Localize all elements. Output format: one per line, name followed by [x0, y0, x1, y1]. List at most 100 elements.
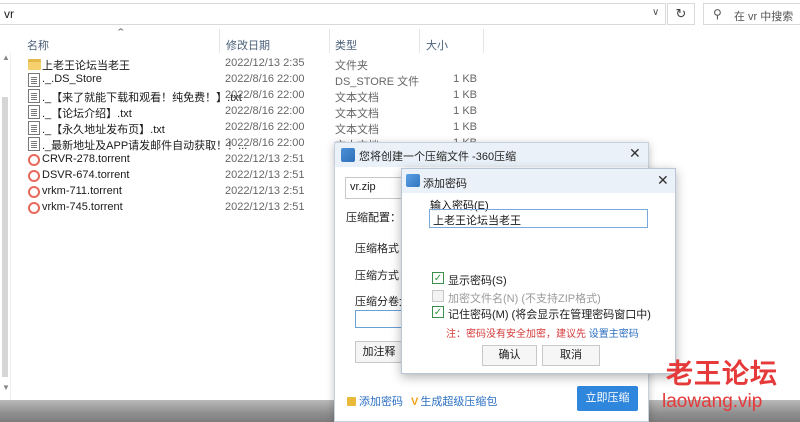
file-name: ._【永久地址发布页】.txt	[42, 124, 165, 136]
file-date: 2022/12/13 2:51	[225, 201, 305, 213]
file-date: 2022/12/13 2:51	[225, 185, 305, 197]
column-divider[interactable]	[329, 29, 330, 53]
checkbox-icon	[432, 290, 444, 302]
vertical-scrollbar[interactable]: ▲ ▼	[0, 53, 11, 400]
file-name: ._【来了就能下载和观看！纯免费！】.txt	[42, 92, 242, 104]
file-name: CRVR-278.torrent	[42, 153, 130, 165]
file-row[interactable]: ._【永久地址发布页】.txt 2022/8/16 22:00 文本文档 1 K…	[22, 120, 522, 136]
refresh-button[interactable]: ↻	[667, 3, 695, 25]
dialog-titlebar[interactable]: 您将创建一个压缩文件 -360压缩 ✕	[335, 143, 648, 167]
file-size: 1 KB	[453, 73, 477, 85]
file-type: DS_STORE 文件	[335, 76, 420, 88]
file-type: 文本文档	[335, 108, 379, 120]
torrent-icon	[28, 202, 40, 214]
address-row: vr ∨ ↻ ⚲ 在 vr 中搜索	[0, 0, 800, 29]
file-type: 文本文档	[335, 124, 379, 136]
column-header-type[interactable]: 类型	[335, 37, 357, 53]
file-date: 2022/8/16 22:00	[225, 89, 305, 101]
column-header-size[interactable]: 大小	[426, 37, 448, 53]
file-date: 2022/8/16 22:00	[225, 137, 305, 149]
set-master-password-link[interactable]: 设置主密码	[589, 329, 639, 340]
password-input[interactable]: 上老王论坛当老王	[429, 209, 648, 228]
file-size: 1 KB	[453, 105, 477, 117]
ok-button[interactable]: 确认	[482, 345, 537, 366]
file-name: ._最新地址及APP请发邮件自动获取！！...	[42, 140, 248, 152]
add-comment-button[interactable]: 加注释	[355, 341, 403, 363]
cancel-button[interactable]: 取消	[542, 345, 600, 366]
config-label: 压缩配置：	[346, 212, 401, 224]
column-divider[interactable]	[219, 29, 220, 53]
torrent-icon	[28, 186, 40, 198]
sort-up-icon: ⌃	[115, 27, 127, 37]
search-placeholder: 在 vr 中搜索	[734, 11, 794, 23]
folder-icon	[28, 59, 41, 70]
file-row[interactable]: 上老王论坛当老王 2022/12/13 2:35 文件夹	[22, 56, 522, 72]
watermark-title: 老王论坛	[666, 359, 778, 389]
search-input[interactable]: ⚲ 在 vr 中搜索	[703, 3, 800, 25]
security-warning: 注：密码没有安全加密，建议先 设置主密码	[446, 325, 639, 340]
dialog-title: 添加密码	[423, 178, 467, 190]
file-name: 上老王论坛当老王	[42, 60, 130, 72]
torrent-icon	[28, 154, 40, 166]
show-password-label: 显示密码(S)	[448, 275, 507, 287]
file-row[interactable]: ._【来了就能下载和观看！纯免费！】.txt 2022/8/16 22:00 文…	[22, 88, 522, 104]
scroll-up-icon[interactable]: ▲	[2, 53, 10, 62]
add-password-link[interactable]: 添加密码	[347, 393, 403, 409]
v-badge-icon: V	[411, 396, 419, 408]
warning-text: 注：密码没有安全加密，建议先	[446, 329, 586, 340]
file-date: 2022/12/13 2:51	[225, 169, 305, 181]
text-file-icon	[28, 105, 40, 119]
checkmark-icon[interactable]: ✓	[432, 306, 444, 318]
encrypt-filenames-label: 加密文件名(N) (不支持ZIP格式)	[448, 293, 601, 305]
text-file-icon	[28, 89, 40, 103]
address-text: vr	[4, 7, 14, 21]
file-name: DSVR-674.torrent	[42, 169, 130, 181]
close-icon[interactable]: ✕	[657, 172, 669, 189]
file-size: 1 KB	[453, 121, 477, 133]
file-name: vrkm-745.torrent	[42, 201, 123, 213]
add-password-label: 添加密码	[359, 396, 403, 408]
super-compress-link[interactable]: V 生成超级压缩包	[411, 393, 497, 409]
file-icon	[28, 73, 40, 87]
column-divider[interactable]	[483, 29, 484, 53]
file-date: 2022/8/16 22:00	[225, 73, 305, 85]
file-date: 2022/12/13 2:51	[225, 153, 305, 165]
file-date: 2022/12/13 2:35	[225, 57, 305, 69]
scroll-thumb[interactable]	[2, 97, 8, 377]
watermark-url: laowang.vip	[662, 391, 763, 412]
file-name: ._.DS_Store	[42, 73, 102, 85]
torrent-icon	[28, 170, 40, 182]
file-name: vrkm-711.torrent	[42, 185, 122, 197]
file-row[interactable]: ._【论坛介绍】.txt 2022/8/16 22:00 文本文档 1 KB	[22, 104, 522, 120]
file-date: 2022/8/16 22:00	[225, 105, 305, 117]
column-header-date[interactable]: 修改日期	[226, 37, 270, 53]
super-compress-label: 生成超级压缩包	[420, 396, 498, 408]
file-size: 1 KB	[453, 89, 477, 101]
scroll-down-icon[interactable]: ▼	[2, 383, 10, 392]
app-360-icon	[341, 148, 355, 162]
remember-password-label: 记住密码(M) (将会显示在管理密码窗口中)	[448, 309, 651, 321]
file-name: ._【论坛介绍】.txt	[42, 108, 132, 120]
file-date: 2022/8/16 22:00	[225, 121, 305, 133]
text-file-icon	[28, 137, 40, 151]
column-divider[interactable]	[419, 29, 420, 53]
text-file-icon	[28, 121, 40, 135]
chevron-down-icon[interactable]: ∨	[652, 7, 659, 18]
refresh-icon: ↻	[675, 6, 687, 21]
file-type: 文件夹	[335, 60, 368, 72]
file-row[interactable]: ._.DS_Store 2022/8/16 22:00 DS_STORE 文件 …	[22, 72, 522, 88]
address-bar[interactable]: vr ∨	[0, 3, 666, 25]
dialog-titlebar[interactable]: 添加密码 ✕	[402, 169, 675, 193]
column-header-name[interactable]: 名称	[27, 37, 49, 53]
lock-icon	[347, 397, 356, 406]
file-type: 文本文档	[335, 92, 379, 104]
volume-label: 压缩分卷大小	[355, 296, 403, 308]
close-icon[interactable]: ✕	[629, 145, 641, 162]
search-icon: ⚲	[713, 7, 722, 21]
compress-now-button[interactable]: 立即压缩	[577, 386, 638, 411]
checkmark-icon[interactable]: ✓	[432, 272, 444, 284]
dialog-title: 您将创建一个压缩文件 -360压缩	[359, 151, 517, 163]
password-dialog: 添加密码 ✕ 输入密码(E) 上老王论坛当老王 ✓ 显示密码(S) 加密文件名(…	[401, 168, 676, 374]
volume-size-input[interactable]	[355, 310, 405, 328]
password-icon	[406, 174, 420, 187]
